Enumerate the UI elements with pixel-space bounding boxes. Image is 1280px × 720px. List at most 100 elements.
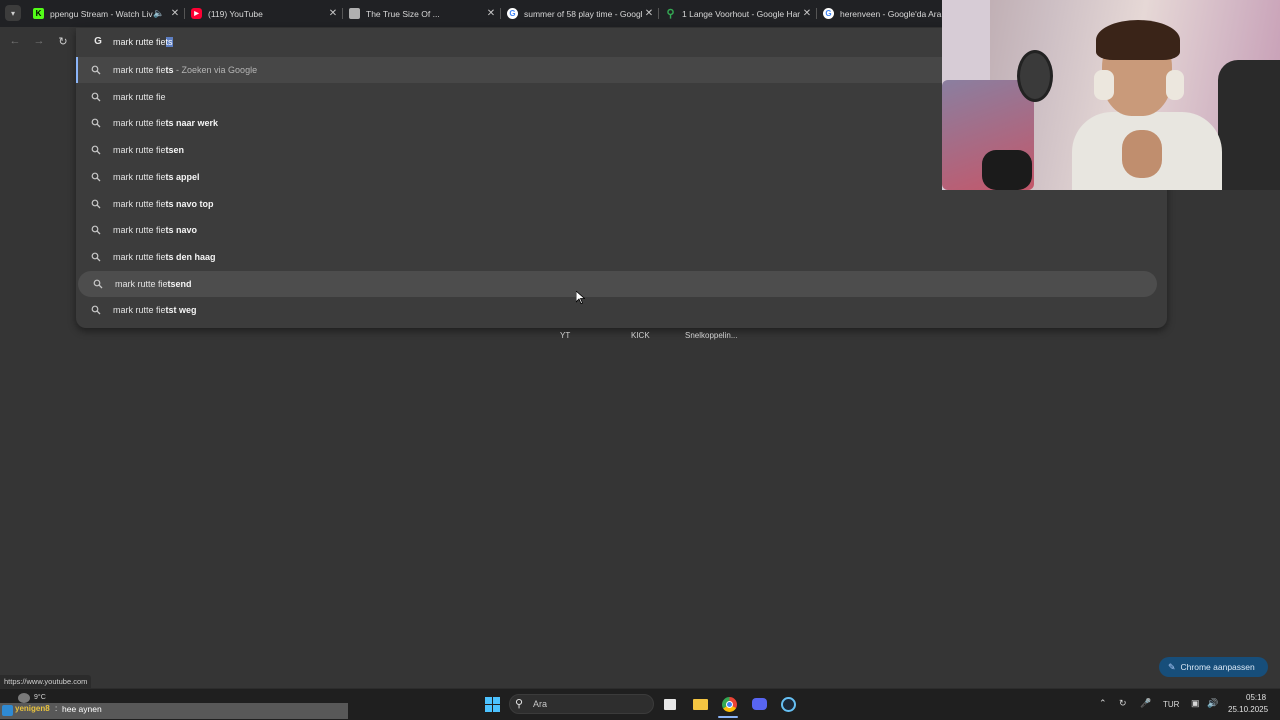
youtube-icon: ▶ <box>191 8 202 19</box>
omnibox-text[interactable]: mark rutte fiets <box>113 37 173 47</box>
close-icon[interactable]: ✕ <box>801 8 813 19</box>
pencil-icon: ✎ <box>1168 661 1176 672</box>
back-arrow-icon[interactable]: ← <box>8 34 22 48</box>
search-icon <box>91 172 101 182</box>
chat-overlay <box>0 703 348 719</box>
webcam-headphones-right <box>1166 70 1184 100</box>
suggestion-completion: ts naar werk <box>165 118 219 129</box>
webcam-chair <box>1218 60 1280 190</box>
maps-icon: ⚲ <box>666 8 675 20</box>
tab-herenveen[interactable]: G herenveen - Google'da Ara <box>817 0 942 27</box>
weather-temperature[interactable]: 9°C <box>34 694 46 701</box>
microphone-icon[interactable]: 🎤 <box>1140 698 1151 709</box>
suggestion-completion: ts appel <box>165 171 200 182</box>
page-icon <box>349 8 360 19</box>
suggestion-text: mark rutte fiets navo top <box>113 199 214 209</box>
reload-icon[interactable]: ↻ <box>56 34 70 48</box>
google-icon: G <box>823 8 834 19</box>
volume-icon[interactable]: 🔊 <box>1207 698 1218 709</box>
search-icon <box>91 118 101 128</box>
suggestion-text: mark rutte fiets - Zoeken via Google <box>113 65 257 75</box>
tab-summer-of-58[interactable]: G summer of 58 play time - Google ✕ <box>501 0 659 27</box>
suggestion-suffix: - Zoeken via Google <box>173 65 258 75</box>
task-view-icon[interactable] <box>661 695 679 713</box>
clock-time[interactable]: 05:18 <box>1246 693 1266 702</box>
suggestion-text: mark rutte fietsend <box>115 279 192 289</box>
suggestion-text: mark rutte fietsen <box>113 145 184 155</box>
chat-message: hee aynen <box>62 704 102 714</box>
tab-title: ppengu Stream - Watch Live <box>50 8 153 19</box>
webcam-overlay <box>942 0 1280 190</box>
shortcut-more[interactable]: Snelkoppelin... <box>685 331 737 340</box>
language-indicator[interactable]: TUR <box>1163 700 1179 709</box>
tab-kick[interactable]: K ppengu Stream - Watch Live 🔈 ✕ <box>27 0 185 27</box>
tab-title: 1 Lange Voorhout - Google Har <box>682 8 801 19</box>
suggestion-completion: ts den haag <box>165 251 216 262</box>
close-icon[interactable]: ✕ <box>643 8 655 19</box>
suggestion-prefix: mark rutte fie <box>113 198 166 209</box>
tab-title: (119) YouTube <box>208 8 263 19</box>
suggestion-item[interactable]: mark rutte fietsend <box>78 270 1157 297</box>
mouse-cursor-icon <box>576 291 585 304</box>
shortcut-kick[interactable]: KICK <box>631 331 650 340</box>
suggestion-completion: ts <box>165 65 174 75</box>
google-g-icon: G <box>94 36 102 47</box>
chat-separator: : <box>55 704 58 713</box>
suggestion-prefix: mark rutte fie <box>113 225 166 236</box>
taskbar-search[interactable] <box>509 694 654 714</box>
suggestion-item[interactable]: mark rutte fiets den haag <box>76 244 1167 270</box>
taskbar-search-placeholder[interactable]: Ara <box>533 699 547 709</box>
start-button[interactable] <box>483 695 501 713</box>
suggestion-completion: ts navo top <box>165 198 214 209</box>
suggestion-prefix: mark rutte fie <box>113 251 166 262</box>
speaker-icon[interactable]: 🔈 <box>153 8 165 19</box>
status-url: https://www.youtube.com <box>0 675 92 688</box>
suggestion-text: mark rutte fie <box>113 92 166 102</box>
suggestion-prefix: mark rutte fie <box>113 91 166 102</box>
suggestion-item[interactable]: mark rutte fiets navo top <box>76 191 1167 217</box>
clock-date[interactable]: 25.10.2025 <box>1228 705 1268 714</box>
omnibox-typed: mark rutte fie <box>113 37 166 47</box>
chrome-icon[interactable] <box>720 695 738 713</box>
sync-icon[interactable]: ↻ <box>1119 698 1127 709</box>
webcam-person <box>1052 20 1222 190</box>
omnibox-input[interactable]: G mark rutte fiets <box>76 28 942 56</box>
suggestion-prefix: mark rutte fie <box>115 278 168 289</box>
search-icon <box>91 65 101 75</box>
suggestion-item[interactable]: mark rutte fietst weg <box>76 297 1167 323</box>
tab-true-size[interactable]: The True Size Of ... ✕ <box>343 0 501 27</box>
network-icon[interactable]: ▣ <box>1191 698 1200 709</box>
tab-youtube[interactable]: ▶ (119) YouTube ✕ <box>185 0 343 27</box>
suggestion-prefix: mark rutte fie <box>113 65 166 75</box>
chat-username: yenigen8 <box>15 704 50 713</box>
steam-icon[interactable] <box>779 695 797 713</box>
customize-chrome-button[interactable]: ✎ Chrome aanpassen <box>1159 657 1268 677</box>
windows-logo-icon <box>484 696 500 712</box>
omnibox-autocomplete: ts <box>165 37 173 47</box>
shortcut-yt[interactable]: YT <box>560 331 570 340</box>
close-icon[interactable]: ✕ <box>327 8 339 19</box>
close-icon[interactable]: ✕ <box>485 8 497 19</box>
tab-search-button[interactable]: ▾ <box>5 5 21 21</box>
kick-icon: K <box>33 8 44 19</box>
search-icon <box>91 225 101 235</box>
search-icon <box>91 92 101 102</box>
weather-icon[interactable] <box>18 693 30 703</box>
file-explorer-icon[interactable] <box>691 695 709 713</box>
suggestion-completion: tsen <box>165 145 185 156</box>
search-icon: ⚲ <box>515 698 524 710</box>
suggestion-item[interactable]: mark rutte fiets navo <box>76 217 1167 243</box>
tab-title: summer of 58 play time - Google <box>524 8 643 19</box>
chevron-up-icon[interactable]: ⌃ <box>1099 698 1107 709</box>
suggestion-prefix: mark rutte fie <box>113 171 166 182</box>
suggestion-text: mark rutte fiets navo <box>113 225 197 235</box>
tab-title: herenveen - Google'da Ara <box>840 8 942 19</box>
close-icon[interactable]: ✕ <box>169 8 181 19</box>
customize-chrome-label: Chrome aanpassen <box>1180 662 1255 672</box>
discord-icon[interactable] <box>750 695 768 713</box>
webcam-fan <box>1017 50 1053 102</box>
forward-arrow-icon[interactable]: → <box>32 34 46 48</box>
tab-lange-voorhout[interactable]: ⚲ 1 Lange Voorhout - Google Har ✕ <box>659 0 817 27</box>
suggestion-completion: tst weg <box>165 305 197 316</box>
search-icon <box>91 199 101 208</box>
